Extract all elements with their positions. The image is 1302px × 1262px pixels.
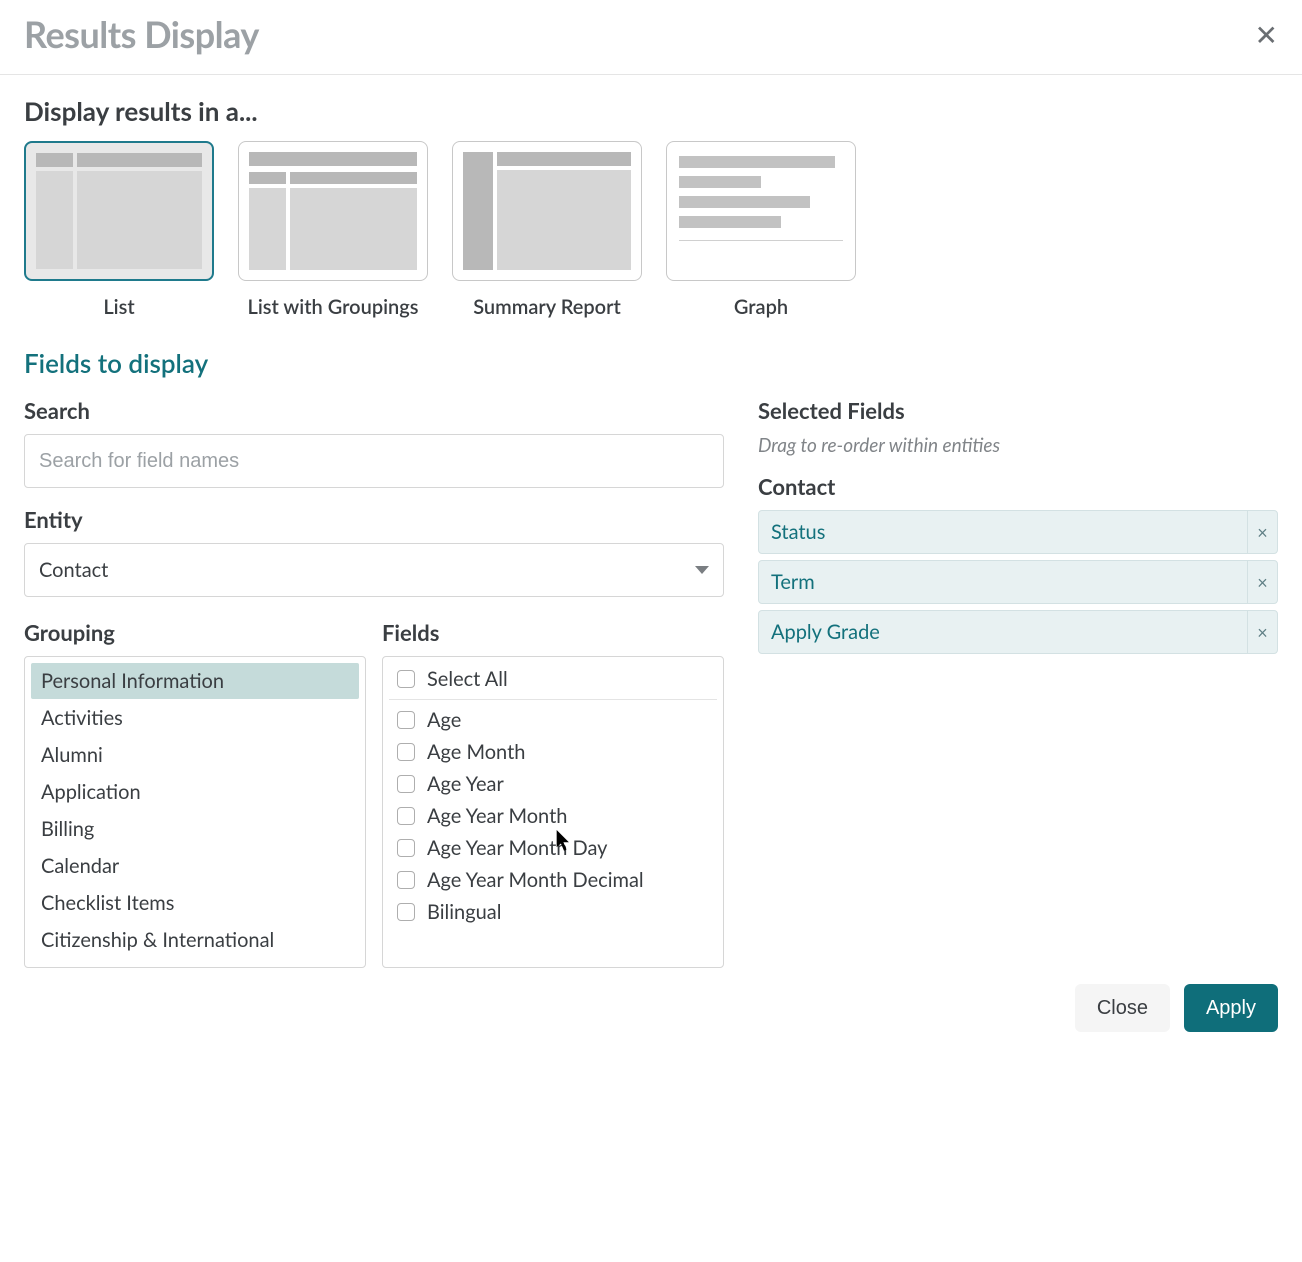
pill-label[interactable]: Apply Grade [759,620,1247,644]
search-label: Search [24,397,724,424]
remove-icon[interactable]: × [1247,511,1277,553]
grouping-item[interactable]: Checklist Items [31,885,359,921]
fields-to-display-heading: Fields to display [24,347,1278,379]
field-label: Bilingual [427,900,501,924]
grouping-label: Grouping [24,619,366,646]
display-option-summary[interactable]: Summary Report [452,141,642,319]
display-option-graph[interactable]: Graph [666,141,856,319]
display-option-label: Summary Report [473,295,621,319]
grouping-panel: Personal Information Activities Alumni A… [24,656,366,968]
modal-title: Results Display [24,12,259,56]
entity-select-value: Contact [39,558,108,582]
field-checkbox[interactable] [397,871,415,889]
remove-icon[interactable]: × [1247,611,1277,653]
selected-field-pill[interactable]: Status × [758,510,1278,554]
selected-entity-heading: Contact [758,473,1278,500]
entity-select[interactable]: Contact [24,543,724,597]
field-checkbox[interactable] [397,807,415,825]
field-checkbox[interactable] [397,903,415,921]
pill-label[interactable]: Status [759,520,1247,544]
field-label: Age Year [427,772,504,796]
field-row[interactable]: Age [389,704,717,736]
fields-panel: Select All Age Age Month Age Year Age Ye… [382,656,724,968]
grouping-item[interactable]: Alumni [31,737,359,773]
apply-button[interactable]: Apply [1184,984,1278,1032]
grouping-item[interactable]: Billing [31,811,359,847]
field-label: Age Month [427,740,525,764]
field-label: Age Year Month Decimal [427,868,644,892]
field-row[interactable]: Bilingual [389,896,717,928]
grouping-item[interactable]: Application [31,774,359,810]
selected-field-pill[interactable]: Apply Grade × [758,610,1278,654]
display-results-heading: Display results in a... [24,95,1278,127]
pill-label[interactable]: Term [759,570,1247,594]
display-option-label: List [103,295,134,319]
field-label: Age [427,708,461,732]
field-checkbox[interactable] [397,743,415,761]
display-options: List List with Groupings Summary Report [24,141,1278,319]
field-label: Age Year Month Day [427,836,607,860]
chevron-down-icon [695,566,709,574]
select-all-label: Select All [427,667,508,691]
field-checkbox[interactable] [397,839,415,857]
select-all-checkbox[interactable] [397,670,415,688]
close-button[interactable]: Close [1075,984,1170,1032]
display-option-label: List with Groupings [248,295,419,319]
display-option-label: Graph [734,295,788,319]
close-icon[interactable]: ✕ [1255,20,1278,48]
grouping-item[interactable]: Calendar [31,848,359,884]
grouping-item[interactable]: Personal Information [31,663,359,699]
field-row[interactable]: Age Year Month Day [389,832,717,864]
grouping-item[interactable]: Citizenship & International [31,922,359,958]
fields-label: Fields [382,619,724,646]
search-input[interactable] [24,434,724,488]
field-row[interactable]: Age Month [389,736,717,768]
selected-fields-heading: Selected Fields [758,397,1278,424]
selected-field-pill[interactable]: Term × [758,560,1278,604]
entity-label: Entity [24,506,724,533]
field-select-all[interactable]: Select All [389,663,717,700]
field-label: Age Year Month [427,804,567,828]
remove-icon[interactable]: × [1247,561,1277,603]
selected-fields-hint: Drag to re-order within entities [758,434,1278,457]
field-row[interactable]: Age Year Month Decimal [389,864,717,896]
grouping-item[interactable]: Activities [31,700,359,736]
display-option-list-groupings[interactable]: List with Groupings [238,141,428,319]
display-option-list[interactable]: List [24,141,214,319]
field-row[interactable]: Age Year Month [389,800,717,832]
field-checkbox[interactable] [397,775,415,793]
field-checkbox[interactable] [397,711,415,729]
field-row[interactable]: Age Year [389,768,717,800]
